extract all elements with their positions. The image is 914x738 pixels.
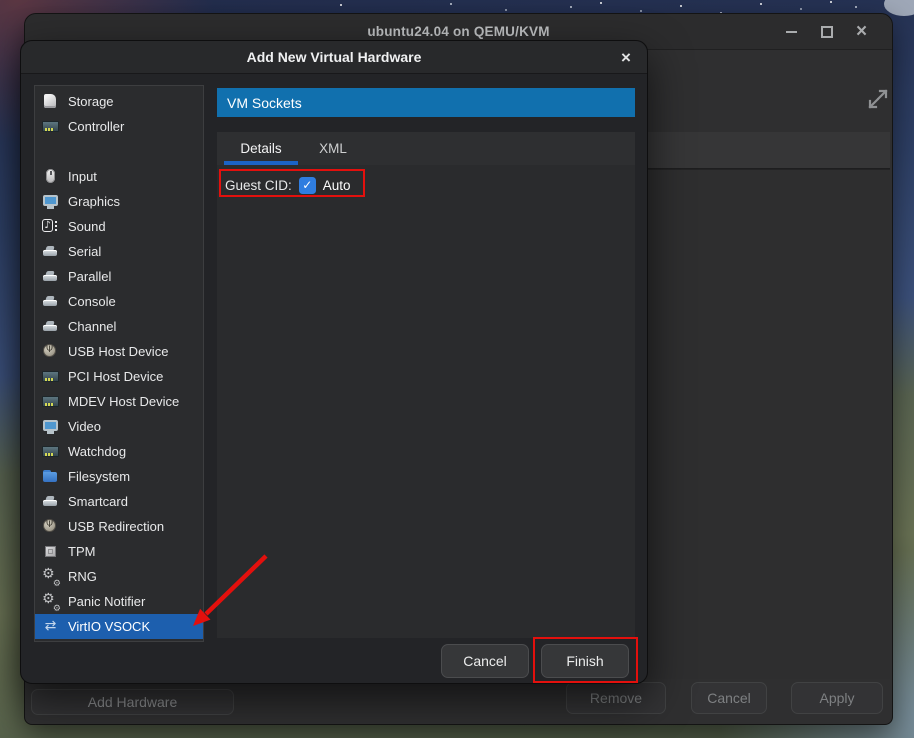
- sidebar-item-label: Graphics: [68, 194, 120, 209]
- sidebar-item-label: RNG: [68, 569, 97, 584]
- gear-icon: [42, 593, 59, 610]
- sidebar-item-label: Filesystem: [68, 469, 130, 484]
- sidebar-item-parallel[interactable]: Parallel: [35, 264, 203, 289]
- pci-card-icon: [42, 118, 59, 135]
- remove-button[interactable]: Remove: [566, 682, 666, 714]
- guest-cid-row: Guest CID: Auto: [225, 174, 351, 196]
- maximize-icon[interactable]: [810, 14, 843, 49]
- monitor-icon: [42, 193, 59, 210]
- tab-xml[interactable]: XML: [303, 132, 363, 165]
- sidebar-item-label: TPM: [68, 544, 95, 559]
- sidebar-item-label: PCI Host Device: [68, 369, 163, 384]
- folder-icon: [42, 468, 59, 485]
- sidebar-item-console[interactable]: Console: [35, 289, 203, 314]
- sidebar-item-label: Panic Notifier: [68, 594, 145, 609]
- sidebar-item-sound[interactable]: Sound: [35, 214, 203, 239]
- minimize-icon[interactable]: [775, 14, 808, 49]
- sidebar-item-label: Video: [68, 419, 101, 434]
- pci-card-icon: [42, 393, 59, 410]
- sidebar-item-watchdog[interactable]: Watchdog: [35, 439, 203, 464]
- wallpaper-stars: [340, 4, 342, 6]
- sidebar-item-serial[interactable]: Serial: [35, 239, 203, 264]
- vm-cancel-button[interactable]: Cancel: [691, 682, 767, 714]
- sidebar-item-label: Channel: [68, 319, 116, 334]
- dialog-main-panel: VM Sockets Details XML Guest CID: Auto: [217, 88, 635, 638]
- sidebar-item-blank: [35, 139, 203, 164]
- sidebar-item-label: USB Host Device: [68, 344, 168, 359]
- sound-icon: [42, 218, 59, 235]
- sidebar-item-label: VirtIO VSOCK: [68, 619, 150, 634]
- serial-device-icon: [42, 493, 59, 510]
- pci-card-icon: [42, 443, 59, 460]
- usb-icon: [42, 343, 59, 360]
- sidebar-item-label: Input: [68, 169, 97, 184]
- serial-device-icon: [42, 268, 59, 285]
- finish-button[interactable]: Finish: [541, 644, 629, 678]
- sidebar-item-label: Parallel: [68, 269, 111, 284]
- hardware-type-list: Storage Controller Input Graphics Sound Seria…: [34, 85, 204, 642]
- window-controls: [775, 14, 878, 49]
- serial-device-icon: [42, 243, 59, 260]
- swap-arrows-icon: [42, 618, 59, 635]
- dialog-title: Add New Virtual Hardware: [21, 41, 647, 73]
- sidebar-item-controller[interactable]: Controller: [35, 114, 203, 139]
- sidebar-item-label: Smartcard: [68, 494, 128, 509]
- sidebar-item-label: Controller: [68, 119, 124, 134]
- desktop: ubuntu24.04 on QEMU/KVM Add Hardware Rem…: [0, 0, 914, 738]
- sidebar-item-video[interactable]: Video: [35, 414, 203, 439]
- gear-icon: [42, 568, 59, 585]
- sidebar-item-usb-host-device[interactable]: USB Host Device: [35, 339, 203, 364]
- add-hardware-dialog: Add New Virtual Hardware Storage Controll…: [20, 40, 648, 684]
- sidebar-item-input[interactable]: Input: [35, 164, 203, 189]
- guest-cid-auto-checkbox[interactable]: [299, 177, 316, 194]
- panel-header: VM Sockets: [217, 88, 635, 117]
- guest-cid-label: Guest CID:: [225, 178, 292, 193]
- monitor-icon: [42, 418, 59, 435]
- disk-icon: [42, 93, 59, 110]
- details-tab-content: Guest CID: Auto: [217, 165, 635, 638]
- chip-icon: [42, 543, 59, 560]
- sidebar-item-storage[interactable]: Storage: [35, 89, 203, 114]
- serial-device-icon: [42, 293, 59, 310]
- usb-icon: [42, 518, 59, 535]
- sidebar-item-label: Console: [68, 294, 116, 309]
- dialog-cancel-button[interactable]: Cancel: [441, 644, 529, 678]
- fullscreen-expand-icon[interactable]: [865, 86, 891, 112]
- sidebar-item-label: Serial: [68, 244, 101, 259]
- mouse-icon: [42, 168, 59, 185]
- sidebar-item-label: Storage: [68, 94, 114, 109]
- sidebar-item-smartcard[interactable]: Smartcard: [35, 489, 203, 514]
- apply-button[interactable]: Apply: [791, 682, 883, 714]
- sidebar-item-virtio-vsock[interactable]: VirtIO VSOCK: [35, 614, 203, 639]
- sidebar-item-filesystem[interactable]: Filesystem: [35, 464, 203, 489]
- sidebar-item-usb-redirection[interactable]: USB Redirection: [35, 514, 203, 539]
- sidebar-item-rng[interactable]: RNG: [35, 564, 203, 589]
- sidebar-item-label: MDEV Host Device: [68, 394, 179, 409]
- dialog-close-icon[interactable]: [611, 41, 641, 73]
- dialog-titlebar[interactable]: Add New Virtual Hardware: [21, 41, 647, 74]
- sidebar-item-mdev-host-device[interactable]: MDEV Host Device: [35, 389, 203, 414]
- sidebar-item-graphics[interactable]: Graphics: [35, 189, 203, 214]
- tab-bar: Details XML: [217, 132, 635, 166]
- sidebar-item-label: Watchdog: [68, 444, 126, 459]
- sidebar-item-pci-host-device[interactable]: PCI Host Device: [35, 364, 203, 389]
- sidebar-item-label: USB Redirection: [68, 519, 164, 534]
- add-hardware-button[interactable]: Add Hardware: [31, 689, 234, 715]
- sidebar-item-tpm[interactable]: TPM: [35, 539, 203, 564]
- tab-details[interactable]: Details: [224, 132, 298, 165]
- sidebar-item-channel[interactable]: Channel: [35, 314, 203, 339]
- sidebar-item-label: Sound: [68, 219, 106, 234]
- pci-card-icon: [42, 368, 59, 385]
- serial-device-icon: [42, 318, 59, 335]
- close-icon[interactable]: [845, 14, 878, 49]
- auto-checkbox-label: Auto: [323, 178, 351, 193]
- sidebar-item-panic-notifier[interactable]: Panic Notifier: [35, 589, 203, 614]
